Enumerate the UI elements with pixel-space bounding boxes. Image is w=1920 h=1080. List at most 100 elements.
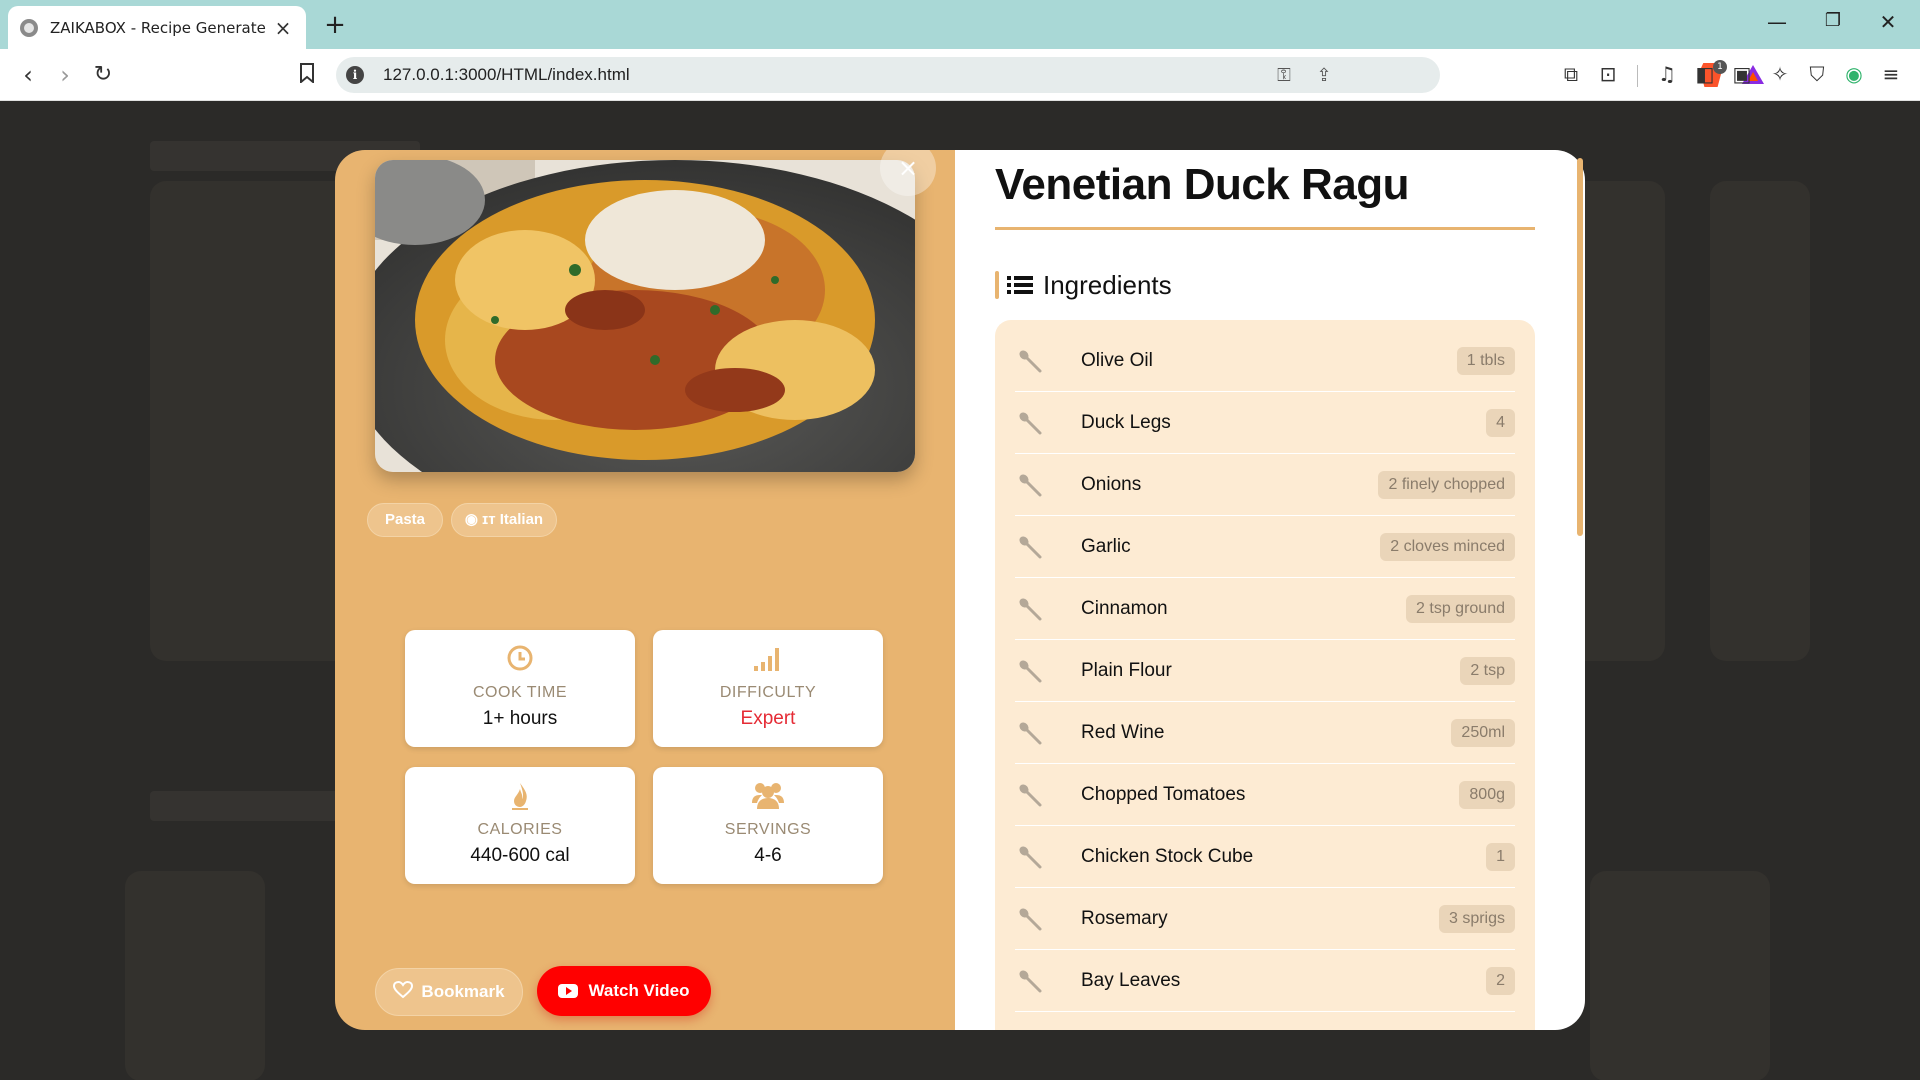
spoon-icon	[1017, 782, 1043, 808]
extensions-icon[interactable]: ⧉	[1557, 62, 1585, 86]
browser-toolbar: ‹ › ↻ i 127.0.0.1:3000/HTML/index.html ⚿…	[0, 49, 1920, 101]
ingredient-name: Cinnamon	[1081, 597, 1168, 619]
list-icon	[1007, 275, 1033, 295]
ingredient-name: Duck Legs	[1081, 411, 1171, 433]
new-tab-button[interactable]: +	[320, 10, 350, 40]
ingredient-row: Bay Leaves 2	[1015, 950, 1515, 1012]
ingredients-list: Olive Oil 1 tbls Duck Legs 4 Onions 2 finely …	[995, 320, 1535, 1030]
ingredient-quantity: 2	[1486, 966, 1515, 995]
back-icon[interactable]: ‹	[13, 61, 43, 91]
ingredient-name: Bay Leaves	[1081, 969, 1181, 991]
url-text: 127.0.0.1:3000/HTML/index.html	[383, 65, 630, 84]
bookmark-button[interactable]: Bookmark	[375, 968, 523, 1016]
ingredient-name: Olive Oil	[1081, 349, 1153, 371]
ingredient-quantity: 2 tsp	[1460, 656, 1515, 685]
watch-video-button[interactable]: Watch Video	[537, 966, 711, 1016]
extension-green-icon[interactable]: ◉	[1840, 62, 1868, 86]
address-bar[interactable]: i 127.0.0.1:3000/HTML/index.html ⚿ ⇪ 1	[336, 57, 1764, 93]
stat-difficulty: DIFFICULTY Expert	[653, 630, 883, 747]
share-icon[interactable]: ⇪	[1312, 65, 1336, 86]
browser-tab-strip: ZAIKABOX - Recipe Generate × + — ❐ ✕	[0, 0, 1920, 49]
spoon-icon	[1017, 906, 1043, 932]
backdrop-card	[1590, 871, 1770, 1080]
media-icon[interactable]: ♫	[1653, 62, 1681, 86]
spoon-icon	[1017, 844, 1043, 870]
ingredient-quantity: 1	[1486, 842, 1515, 871]
ingredient-row: Garlic 2 cloves minced	[1015, 516, 1515, 578]
users-icon	[653, 781, 883, 809]
stat-servings: SERVINGS 4-6	[653, 767, 883, 884]
flame-icon	[405, 781, 635, 810]
spoon-icon	[1017, 720, 1043, 746]
ingredient-row: Rosemary 3 sprigs	[1015, 888, 1515, 950]
ingredient-quantity: 2 finely chopped	[1378, 470, 1515, 499]
category-tag: Pasta	[367, 503, 443, 537]
cuisine-tag: ◉ ɪᴛ Italian	[451, 503, 557, 537]
ingredient-row: Chicken Stock Cube 1	[1015, 826, 1515, 888]
menu-icon[interactable]: ≡	[1877, 62, 1905, 86]
youtube-icon	[558, 984, 579, 998]
sidebar-icon[interactable]: ◧	[1691, 62, 1719, 86]
title-divider	[995, 227, 1535, 230]
ingredient-name: Plain Flour	[1081, 659, 1172, 681]
toolbar-divider	[1637, 65, 1638, 87]
ingredient-name: Chicken Stock Cube	[1081, 845, 1254, 867]
ingredient-name: Onions	[1081, 473, 1142, 495]
ingredient-quantity: 2 cloves minced	[1380, 532, 1515, 561]
spoon-icon	[1017, 596, 1043, 622]
ingredient-row: Duck Legs 4	[1015, 392, 1515, 454]
ingredient-quantity: 2 tsp ground	[1406, 594, 1515, 623]
tab-title: ZAIKABOX - Recipe Generate	[50, 18, 266, 37]
ingredient-quantity: 3 sprigs	[1438, 904, 1515, 933]
browser-tab[interactable]: ZAIKABOX - Recipe Generate ×	[8, 6, 306, 49]
leo-ai-icon[interactable]: ✧	[1766, 62, 1794, 86]
stat-cook-time: COOK TIME 1+ hours	[405, 630, 635, 747]
tab-close-icon[interactable]: ×	[272, 16, 294, 40]
globe-icon: ◉	[464, 511, 478, 528]
backdrop-card	[1710, 181, 1810, 661]
site-info-icon[interactable]: i	[346, 66, 364, 84]
spoon-icon	[1017, 410, 1043, 436]
recipe-image	[375, 160, 915, 472]
wallet-icon[interactable]: ▣	[1728, 62, 1756, 86]
modal-scrollbar-thumb[interactable]	[1577, 158, 1583, 536]
ingredient-row: Cinnamon 2 tsp ground	[1015, 578, 1515, 640]
ingredient-row: Red Wine 250ml	[1015, 702, 1515, 764]
stat-calories: CALORIES 440-600 cal	[405, 767, 635, 884]
forward-icon[interactable]: ›	[50, 61, 80, 91]
vpn-icon[interactable]: ⛉	[1803, 62, 1831, 86]
restore-button[interactable]: ❐	[1818, 10, 1848, 31]
ingredient-name: Rosemary	[1081, 907, 1168, 929]
key-icon[interactable]: ⚿	[1272, 65, 1296, 86]
minimize-button[interactable]: —	[1762, 10, 1792, 34]
globe-icon	[20, 18, 38, 37]
heart-icon	[393, 980, 414, 1004]
ingredient-name: Red Wine	[1081, 721, 1165, 743]
signal-bars-icon	[653, 644, 883, 672]
close-window-button[interactable]: ✕	[1873, 10, 1903, 34]
ingredient-name: Chopped Tomatoes	[1081, 783, 1246, 805]
recipe-modal: Pasta ◉ ɪᴛ Italian COOK TIME 1+ hours DI…	[335, 150, 1585, 1030]
spoon-icon	[1017, 472, 1043, 498]
spoon-icon	[1017, 534, 1043, 560]
ingredient-row: Chopped Tomatoes 800g	[1015, 764, 1515, 826]
ingredient-row: Olive Oil 1 tbls	[1015, 330, 1515, 392]
recipe-title: Venetian Duck Ragu	[995, 160, 1410, 209]
spoon-icon	[1017, 968, 1043, 994]
heading-accent	[995, 271, 999, 299]
recipe-details: Venetian Duck Ragu Ingredients Olive Oil…	[955, 150, 1585, 1030]
ingredient-quantity: 250ml	[1451, 718, 1515, 747]
ingredient-quantity: 4	[1486, 408, 1515, 437]
ingredient-quantity: 800g	[1459, 780, 1515, 809]
ingredient-quantity: 1 tbls	[1456, 346, 1515, 375]
reload-icon[interactable]: ↻	[88, 61, 118, 91]
recipe-sidebar: Pasta ◉ ɪᴛ Italian COOK TIME 1+ hours DI…	[335, 150, 955, 1030]
ingredient-name: Garlic	[1081, 535, 1131, 557]
ingredients-heading: Ingredients	[995, 270, 1172, 300]
backdrop-card	[150, 181, 360, 661]
ingredient-row: Plain Flour 2 tsp	[1015, 640, 1515, 702]
backdrop-card	[125, 871, 265, 1080]
spoon-icon	[1017, 658, 1043, 684]
bookmark-page-icon[interactable]	[292, 61, 322, 91]
reader-mode-icon[interactable]: ⊡	[1594, 62, 1622, 86]
